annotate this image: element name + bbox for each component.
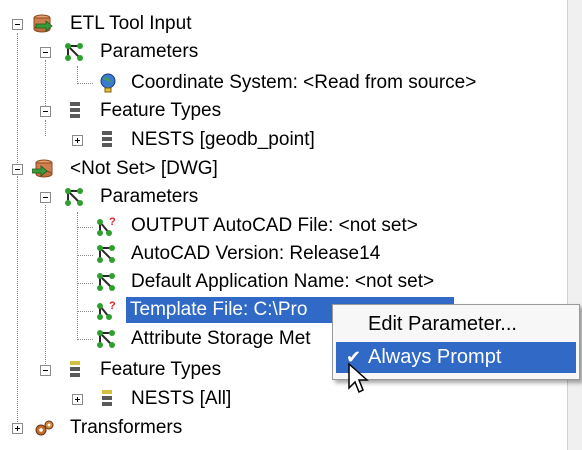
tree-node-dwg-writer[interactable]: <Not Set> [DWG] xyxy=(0,156,560,182)
tree-node-parameters[interactable]: Parameters xyxy=(0,184,560,210)
parameters-icon xyxy=(65,43,83,61)
globe-icon xyxy=(100,73,116,93)
node-label: Parameters xyxy=(100,186,199,207)
parameter-unset-icon: ? xyxy=(97,300,116,320)
parameters-icon xyxy=(65,188,83,206)
tree-node-nests-all[interactable]: NESTS [All] xyxy=(0,386,560,412)
node-label: ETL Tool Input xyxy=(70,13,192,34)
node-label: Coordinate System: <Read from source> xyxy=(131,72,477,93)
tree-node-default-app-name[interactable]: Default Application Name: <not set> xyxy=(0,269,560,295)
node-label: <Not Set> [DWG] xyxy=(70,158,218,179)
svg-text:?: ? xyxy=(109,300,116,312)
reader-icon xyxy=(33,14,53,33)
tree-node-etl-tool-input[interactable]: ETL Tool Input xyxy=(0,11,560,37)
feature-type-icon xyxy=(102,390,112,406)
feature-type-icon xyxy=(102,131,112,147)
tree-node-output-file[interactable]: ? OUTPUT AutoCAD File: <not set> xyxy=(0,213,560,239)
collapse-toggle[interactable] xyxy=(40,192,51,203)
parameter-icon xyxy=(97,245,115,263)
parameter-icon xyxy=(97,273,115,291)
parameter-unset-icon: ? xyxy=(97,216,116,236)
node-label: Transformers xyxy=(70,417,183,438)
menu-item-always-prompt[interactable]: ✔ Always Prompt xyxy=(336,342,576,373)
node-label: Feature Types xyxy=(100,359,222,380)
expand-toggle[interactable] xyxy=(72,135,83,146)
collapse-toggle[interactable] xyxy=(40,106,51,117)
collapse-toggle[interactable] xyxy=(12,164,23,175)
menu-item-label: Edit Parameter... xyxy=(368,313,517,335)
navigator-tree: ETL Tool Input Parameters Coordinate Sys… xyxy=(0,0,582,450)
tree-node-autocad-version[interactable]: AutoCAD Version: Release14 xyxy=(0,241,560,267)
menu-item-label: Always Prompt xyxy=(368,346,502,368)
tree-node-feature-types[interactable]: Feature Types xyxy=(0,98,560,124)
writer-icon xyxy=(32,159,53,178)
node-label: Attribute Storage Met xyxy=(131,328,311,349)
vertical-scrollbar[interactable] xyxy=(567,0,582,450)
parameter-icon xyxy=(97,330,115,348)
tree-node-transformers[interactable]: Transformers xyxy=(0,415,560,441)
node-label: Feature Types xyxy=(100,100,222,121)
expand-toggle[interactable] xyxy=(72,394,83,405)
collapse-toggle[interactable] xyxy=(40,365,51,376)
node-label: OUTPUT AutoCAD File: <not set> xyxy=(131,215,418,236)
feature-types-icon xyxy=(70,102,80,118)
node-label: NESTS [geodb_point] xyxy=(131,129,315,150)
collapse-toggle[interactable] xyxy=(40,47,51,58)
tree-node-nests-geodb-point[interactable]: NESTS [geodb_point] xyxy=(0,127,560,153)
node-label: AutoCAD Version: Release14 xyxy=(131,243,381,264)
node-label: Parameters xyxy=(100,41,199,62)
feature-types-icon xyxy=(70,361,80,377)
expand-toggle[interactable] xyxy=(12,423,23,434)
node-label: Default Application Name: <not set> xyxy=(131,271,435,292)
svg-text:?: ? xyxy=(109,216,116,228)
transformers-icon xyxy=(35,420,54,436)
node-label: NESTS [All] xyxy=(131,388,232,409)
mouse-pointer-icon xyxy=(348,362,369,394)
menu-item-edit-parameter[interactable]: Edit Parameter... xyxy=(336,309,576,340)
collapse-toggle[interactable] xyxy=(12,19,23,30)
tree-node-coordinate-system[interactable]: Coordinate System: <Read from source> xyxy=(0,70,560,96)
tree-node-parameters[interactable]: Parameters xyxy=(0,39,560,65)
